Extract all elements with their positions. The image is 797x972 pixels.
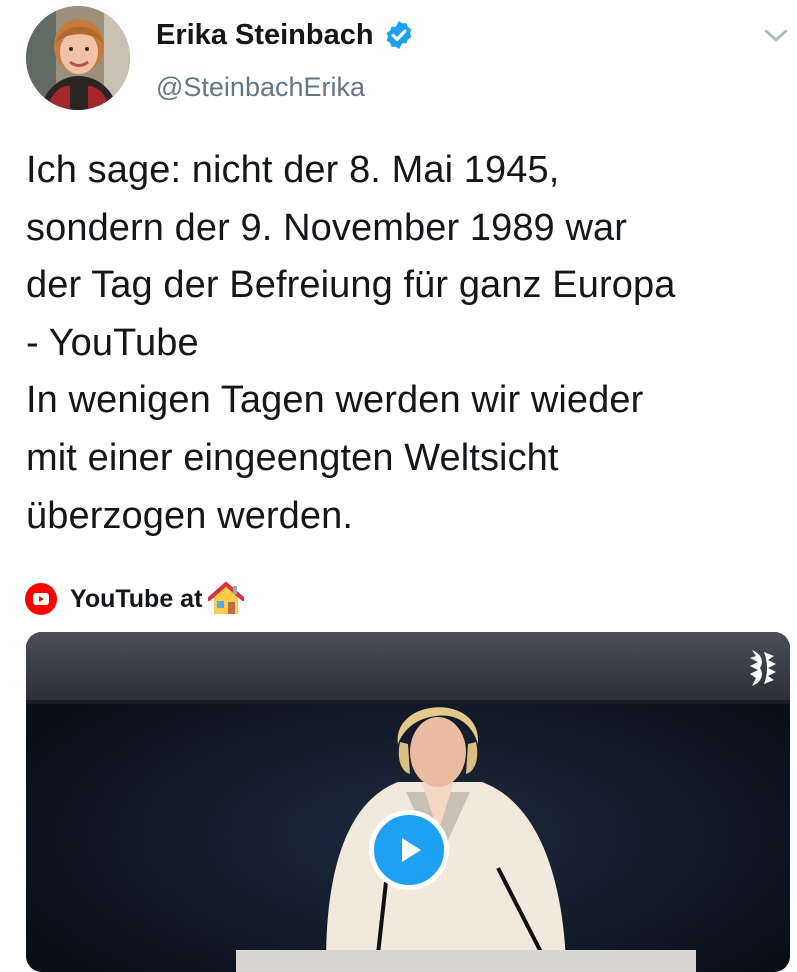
avatar[interactable]	[26, 6, 130, 110]
tweet-text-line: - YouTube	[26, 321, 199, 364]
card-source-label: YouTube at	[70, 584, 203, 613]
tweet-text-line: der Tag der Befreiung für ganz Europa	[26, 264, 676, 307]
tweet-text-line: Ich sage: nicht der 8. Mai 1945,	[26, 149, 560, 191]
video-thumbnail	[26, 632, 790, 972]
card-source[interactable]: YouTube at	[24, 579, 245, 619]
tweet-text-line: sondern der 9. November 1989 war	[26, 206, 627, 249]
channel-logo-icon	[750, 650, 776, 686]
verified-badge-icon	[386, 21, 412, 49]
play-button[interactable]	[369, 810, 449, 890]
house-icon	[208, 582, 245, 614]
play-icon	[402, 838, 421, 862]
display-name[interactable]: Erika Steinbach	[156, 17, 374, 53]
user-handle[interactable]: @SteinbachErika	[156, 69, 365, 105]
tweet: Erika Steinbach @SteinbachErika Ich sage…	[0, 0, 797, 972]
video-player[interactable]	[26, 632, 790, 972]
tweet-text: Ich sage: nicht der 8. Mai 1945, sondern…	[26, 142, 786, 545]
tweet-text-line: In wenigen Tagen werden wir wieder	[26, 379, 644, 422]
tweet-text-line: mit einer eingeengten Weltsicht	[26, 436, 559, 479]
chevron-down-icon[interactable]	[763, 26, 789, 46]
youtube-icon	[25, 583, 57, 615]
tweet-text-line: überzogen werden.	[26, 494, 354, 537]
